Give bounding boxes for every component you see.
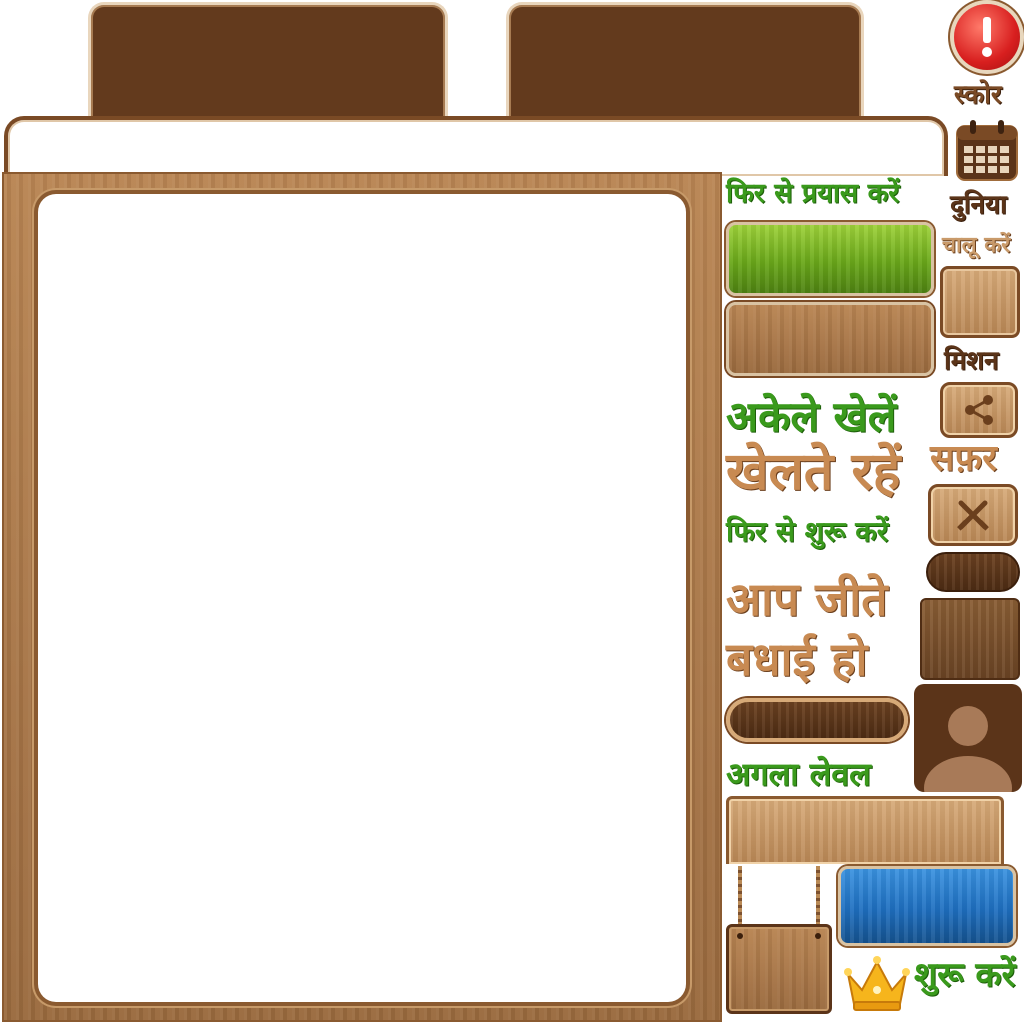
retry-label: फिर से प्रयास करें <box>726 178 900 209</box>
hanging-sign <box>726 924 832 1014</box>
battle-button[interactable] <box>928 484 1018 546</box>
calendar-icon[interactable] <box>954 118 1020 182</box>
crossed-swords-icon <box>957 500 989 531</box>
resume-label: चालू करें <box>942 232 1011 258</box>
wood-square-panel <box>920 598 1020 680</box>
start-label: शुरू करें <box>914 955 1016 995</box>
congratulations-label: बधाई हो <box>726 632 868 686</box>
green-button[interactable] <box>726 222 934 296</box>
avatar[interactable] <box>914 684 1022 792</box>
sign-rope-right <box>816 866 820 930</box>
dark-oval-bar <box>726 698 908 742</box>
resume-button[interactable] <box>940 266 1020 338</box>
main-board-frame <box>2 172 722 1022</box>
world-label: दुनिया <box>950 190 1007 220</box>
share-button[interactable] <box>940 382 1018 438</box>
sign-rope-left <box>738 866 742 930</box>
mission-label: मिशन <box>944 346 999 376</box>
journey-label: सफ़र <box>930 437 997 479</box>
header-tab-left[interactable] <box>88 2 448 126</box>
crown-icon <box>842 952 912 1014</box>
next-level-label: अगला लेवल <box>726 755 871 793</box>
blue-button[interactable] <box>838 866 1016 946</box>
header-tab-right[interactable] <box>506 2 864 126</box>
restart-label: फिर से शुरू करें <box>726 515 889 548</box>
user-avatar-icon <box>924 706 1012 792</box>
main-board-panel <box>38 194 686 1002</box>
wide-wood-panel <box>726 796 1004 864</box>
wood-button-long[interactable] <box>726 302 934 376</box>
share-icon <box>965 395 993 425</box>
alert-icon[interactable] <box>954 4 1020 70</box>
dark-pill-button[interactable] <box>926 552 1020 592</box>
you-won-label: आप जीते <box>726 572 888 626</box>
play-solo-label: अकेले खेलें <box>726 392 897 441</box>
keep-playing-label: खेलते रहें <box>726 441 901 502</box>
score-label: स्कोर <box>954 80 1002 110</box>
header-bar <box>4 116 948 176</box>
